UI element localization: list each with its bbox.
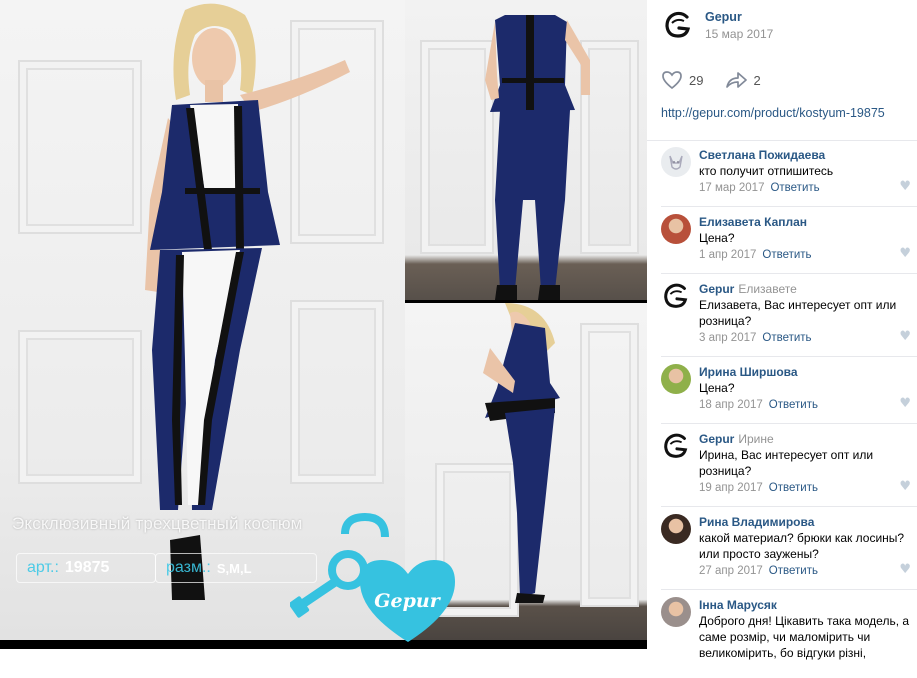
comment-meta: 19 апр 2017 Ответить — [699, 480, 917, 496]
comment-meta: 1 апр 2017 Ответить — [699, 247, 917, 263]
comment-author[interactable]: Рина Владимирова — [699, 514, 917, 530]
post-link[interactable]: http://gepur.com/product/kostyum-19875 — [661, 106, 885, 120]
article-pill: арт.: 19875 — [16, 553, 156, 583]
reply-button[interactable]: Ответить — [769, 399, 818, 411]
photo-back — [405, 0, 647, 300]
gepur-logo-icon — [665, 11, 691, 38]
post-actions: 29 2 — [661, 70, 761, 90]
comment-item: Інна Марусяк Доброго дня! Цікавить така м… — [661, 597, 917, 671]
photo-caption: Эксклюзивный трехцветный костюм — [12, 514, 303, 533]
comment-author[interactable]: Інна Марусяк — [699, 597, 917, 613]
comment-text: Цена? — [699, 231, 735, 245]
brand-avatar[interactable] — [661, 8, 695, 42]
comment-reply-to[interactable]: Елизавете — [738, 282, 796, 296]
gepur-logo-icon — [664, 433, 688, 458]
comment-item: ♥ Gepur Елизавете Елизавета, Вас интересует… — [661, 281, 917, 357]
post-author[interactable]: Gepur — [705, 10, 773, 24]
comment-item: ♥ Ирина Ширшова Цена? 18 апр 2017 Ответить — [661, 364, 917, 424]
comments-list: ♥ Светлана Пожидаева кто получит отпишитес… — [661, 147, 917, 678]
divider — [647, 140, 917, 141]
comment-text: кто получит отпишитесь — [699, 164, 834, 178]
comment-meta: 3 апр 2017 Ответить — [699, 330, 917, 346]
dog-icon — [669, 155, 683, 170]
comment-date[interactable]: 27 апр 2017 — [699, 565, 763, 577]
size-label: разм.: — [166, 559, 211, 576]
comment-like-heart-icon[interactable]: ♥ — [899, 396, 911, 411]
comment-date[interactable]: 3 апр 2017 — [699, 332, 756, 344]
heart-icon — [662, 71, 682, 90]
comment-item: ♥ Рина Владимирова какой материал? брюки к… — [661, 514, 917, 590]
post-header: Gepur 15 мар 2017 — [661, 8, 773, 42]
comment-author[interactable]: Ирина Ширшова — [699, 364, 917, 380]
comment-like-heart-icon[interactable]: ♥ — [899, 329, 911, 344]
comment-item: ♥ Елизавета Каплан Цена? 1 апр 2017 Ответить — [661, 214, 917, 274]
gepur-logo-icon — [664, 283, 688, 308]
comment-meta: 17 мар 2017 Ответить — [699, 180, 917, 196]
comment-like-heart-icon[interactable]: ♥ — [899, 246, 911, 261]
post-sidebar: Gepur 15 мар 2017 29 2 http://gepur.com/… — [647, 0, 917, 660]
comment-meta: 18 апр 2017 Ответить — [699, 397, 917, 413]
commenter-avatar[interactable] — [661, 597, 691, 627]
comment-item: ♥ Gepur Ирине Ирина, Вас интересует опт или… — [661, 431, 917, 507]
comment-author[interactable]: Gepur — [699, 432, 734, 446]
model-back-figure — [485, 15, 590, 300]
size-value: S,M,L — [216, 560, 252, 576]
comment-like-heart-icon[interactable]: ♥ — [899, 479, 911, 494]
comment-date[interactable]: 19 апр 2017 — [699, 482, 763, 494]
brand-avatar[interactable] — [661, 431, 691, 461]
comment-meta: 27 апр 2017 Ответить — [699, 563, 917, 579]
post-photo[interactable]: Эксклюзивный трехцветный костюм арт.: 19… — [0, 0, 647, 649]
comment-author[interactable]: Светлана Пожидаева — [699, 147, 917, 163]
article-value: 19875 — [64, 559, 110, 576]
commenter-avatar[interactable] — [661, 147, 691, 177]
reply-button[interactable]: Ответить — [762, 332, 811, 344]
reply-button[interactable]: Ответить — [769, 565, 818, 577]
like-button[interactable]: 29 — [661, 70, 703, 90]
comment-text: Доброго дня! Цікавить така модель, а сам… — [699, 614, 910, 660]
share-count: 2 — [753, 72, 761, 88]
comment-like-heart-icon[interactable]: ♥ — [899, 179, 911, 194]
comment-text: Цена? — [699, 381, 735, 395]
like-count: 29 — [689, 72, 704, 88]
comment-item: ♥ Светлана Пожидаева кто получит отпишитес… — [661, 147, 917, 207]
reply-button[interactable]: Ответить — [769, 482, 818, 494]
comment-author[interactable]: Елизавета Каплан — [699, 214, 917, 230]
post-date[interactable]: 15 мар 2017 — [705, 27, 773, 41]
comment-text: Елизавета, Вас интересует опт или розниц… — [699, 298, 897, 328]
reply-button[interactable]: Ответить — [770, 182, 819, 194]
comment-reply-to[interactable]: Ирине — [738, 432, 773, 446]
comment-text: какой материал? брюки как лосины? или пр… — [699, 531, 905, 561]
reply-button[interactable]: Ответить — [762, 249, 811, 261]
share-button[interactable]: 2 — [725, 71, 761, 89]
brand-logo-text: Gepur — [374, 590, 441, 612]
comment-text: Ирина, Вас интересует опт или розница? — [699, 448, 874, 478]
comment-date[interactable]: 1 апр 2017 — [699, 249, 756, 261]
brand-avatar[interactable] — [661, 281, 691, 311]
share-arrow-icon — [726, 72, 748, 88]
commenter-avatar[interactable] — [661, 214, 691, 244]
comment-date[interactable]: 18 апр 2017 — [699, 399, 763, 411]
article-label: арт.: — [27, 559, 59, 576]
comment-date[interactable]: 17 мар 2017 — [699, 182, 764, 194]
brand-logo-icon: Gepur — [290, 512, 455, 642]
comment-like-heart-icon[interactable]: ♥ — [899, 562, 911, 577]
comment-author[interactable]: Gepur — [699, 282, 734, 296]
commenter-avatar[interactable] — [661, 364, 691, 394]
commenter-avatar[interactable] — [661, 514, 691, 544]
